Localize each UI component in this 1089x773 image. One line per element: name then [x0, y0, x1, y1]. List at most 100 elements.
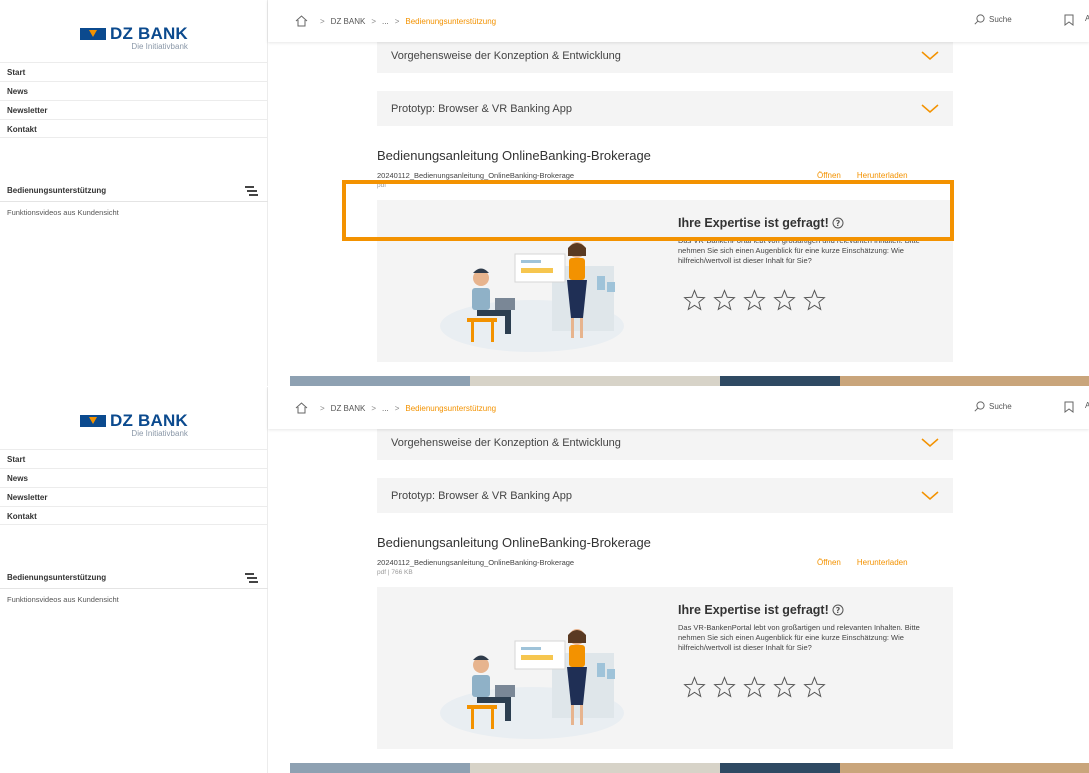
accordion-item-prototyp[interactable]: Prototyp: Browser & VR Banking App [377, 478, 953, 513]
document-actions: Öffnen Herunterladen [817, 171, 908, 180]
sidebar-section: Bedienungsunterstützung Funktionsvideos … [0, 567, 268, 604]
logo[interactable]: DZ BANK Die Initiativbank [80, 24, 188, 52]
search-icon [974, 14, 985, 25]
breadcrumb: > DZ BANK > ... > Bedienungsunterstützun… [320, 16, 497, 26]
accordion-label: Vorgehensweise der Konzeption & Entwickl… [391, 49, 621, 62]
breadcrumb-item-dz-bank[interactable]: DZ BANK [331, 404, 366, 413]
document-title: Bedienungsanleitung OnlineBanking-Broker… [377, 535, 651, 550]
star-icon[interactable] [803, 289, 826, 311]
toc-icon[interactable] [245, 573, 258, 583]
sidebar: DZ BANK Die Initiativbank Start News New… [0, 0, 268, 386]
star-icon[interactable] [683, 289, 706, 311]
people-illustration [440, 242, 624, 352]
top-header: > DZ BANK > ... > Bedienungsunterstützun… [268, 387, 1089, 429]
screenshot-top: DZ BANK Die Initiativbank Start News New… [0, 0, 1089, 386]
header-more-text[interactable]: A [1085, 401, 1089, 410]
rating-title-text: Ihre Expertise ist gefragt! [678, 603, 829, 617]
main-nav: Start News Newsletter Kontakt [0, 62, 268, 138]
star-rating[interactable] [683, 676, 826, 698]
star-icon[interactable] [683, 676, 706, 698]
screenshot-bottom: DZ BANK Die Initiativbank Start News New… [0, 387, 1089, 773]
sidebar-item-funktionsvideos[interactable]: Funktionsvideos aus Kundensicht [0, 202, 268, 217]
star-icon[interactable] [773, 289, 796, 311]
breadcrumb-item-current: Bedienungsunterstützung [405, 403, 497, 413]
sidebar-item-funktionsvideos[interactable]: Funktionsvideos aus Kundensicht [0, 589, 268, 604]
highlight-box [342, 180, 954, 241]
accordion-label: Prototyp: Browser & VR Banking App [391, 489, 572, 502]
top-header: > DZ BANK > ... > Bedienungsunterstützun… [268, 0, 1089, 42]
search-icon [974, 401, 985, 412]
download-link[interactable]: Herunterladen [857, 558, 908, 567]
sidebar: DZ BANK Die Initiativbank Start News New… [0, 387, 268, 773]
toc-icon[interactable] [245, 186, 258, 196]
logo[interactable]: DZ BANK Die Initiativbank [80, 411, 188, 439]
accordion-item-konzeption[interactable]: Vorgehensweise der Konzeption & Entwickl… [377, 425, 953, 460]
rating-text: Das VR-BankenPortal lebt von großartigen… [678, 623, 920, 652]
nav-item-news[interactable]: News [0, 81, 268, 100]
header-more-text[interactable]: A [1085, 14, 1089, 23]
star-icon[interactable] [743, 289, 766, 311]
star-icon[interactable] [773, 676, 796, 698]
nav-item-start[interactable]: Start [0, 62, 268, 81]
people-illustration [440, 629, 624, 739]
document-meta: pdf | 766 KB [377, 569, 413, 576]
logo-tagline: Die Initiativbank [131, 42, 188, 51]
star-icon[interactable] [743, 676, 766, 698]
dz-bank-logo-icon [80, 28, 106, 40]
section-title: Bedienungsunterstützung [7, 573, 107, 582]
breadcrumb-item-dz-bank[interactable]: DZ BANK [331, 17, 366, 26]
rating-panel: Ihre Expertise ist gefragt! ? Das VR-Ban… [377, 587, 953, 749]
nav-item-kontakt[interactable]: Kontakt [0, 506, 268, 525]
nav-item-news[interactable]: News [0, 468, 268, 487]
document-actions: Öffnen Herunterladen [817, 558, 908, 567]
document-filename: 20240112_Bedienungsanleitung_OnlineBanki… [377, 558, 575, 567]
breadcrumb: > DZ BANK > ... > Bedienungsunterstützun… [320, 403, 497, 413]
home-icon[interactable] [295, 15, 308, 27]
star-icon[interactable] [713, 676, 736, 698]
nav-item-kontakt[interactable]: Kontakt [0, 119, 268, 138]
accordion-item-konzeption[interactable]: Vorgehensweise der Konzeption & Entwickl… [377, 38, 953, 73]
home-icon[interactable] [295, 402, 308, 414]
logo-name: DZ BANK [110, 24, 188, 43]
star-rating[interactable] [683, 289, 826, 311]
breadcrumb-item-current: Bedienungsunterstützung [405, 16, 497, 26]
accordion-item-prototyp[interactable]: Prototyp: Browser & VR Banking App [377, 91, 953, 126]
sidebar-section: Bedienungsunterstützung Funktionsvideos … [0, 180, 268, 217]
chevron-down-icon [921, 491, 939, 500]
bookmark-icon[interactable] [1064, 14, 1074, 26]
document-title: Bedienungsanleitung OnlineBanking-Broker… [377, 148, 651, 163]
building-image [290, 763, 1089, 773]
star-icon[interactable] [713, 289, 736, 311]
svg-text:?: ? [835, 606, 840, 615]
accordion-label: Prototyp: Browser & VR Banking App [391, 102, 572, 115]
chevron-down-icon [921, 51, 939, 60]
search-button[interactable]: Suche [974, 14, 1012, 25]
help-icon[interactable]: ? [832, 604, 844, 616]
nav-item-newsletter[interactable]: Newsletter [0, 487, 268, 506]
search-button[interactable]: Suche [974, 401, 1012, 412]
search-label: Suche [989, 402, 1012, 411]
logo-tagline: Die Initiativbank [131, 429, 188, 438]
nav-item-start[interactable]: Start [0, 449, 268, 468]
breadcrumb-item-ellipsis[interactable]: ... [382, 17, 389, 26]
star-icon[interactable] [803, 676, 826, 698]
open-link[interactable]: Öffnen [817, 171, 841, 180]
chevron-down-icon [921, 438, 939, 447]
main-content: Vorgehensweise der Konzeption & Entwickl… [268, 425, 1089, 773]
building-image [290, 376, 1089, 386]
chevron-down-icon [921, 104, 939, 113]
search-label: Suche [989, 15, 1012, 24]
bookmark-icon[interactable] [1064, 401, 1074, 413]
main-nav: Start News Newsletter Kontakt [0, 449, 268, 525]
nav-item-newsletter[interactable]: Newsletter [0, 100, 268, 119]
breadcrumb-item-ellipsis[interactable]: ... [382, 404, 389, 413]
section-title: Bedienungsunterstützung [7, 186, 107, 195]
logo-name: DZ BANK [110, 411, 188, 430]
accordion-label: Vorgehensweise der Konzeption & Entwickl… [391, 436, 621, 449]
section-header[interactable]: Bedienungsunterstützung [0, 567, 268, 589]
section-header[interactable]: Bedienungsunterstützung [0, 180, 268, 202]
rating-title: Ihre Expertise ist gefragt! ? [678, 603, 844, 617]
open-link[interactable]: Öffnen [817, 558, 841, 567]
dz-bank-logo-icon [80, 415, 106, 427]
download-link[interactable]: Herunterladen [857, 171, 908, 180]
